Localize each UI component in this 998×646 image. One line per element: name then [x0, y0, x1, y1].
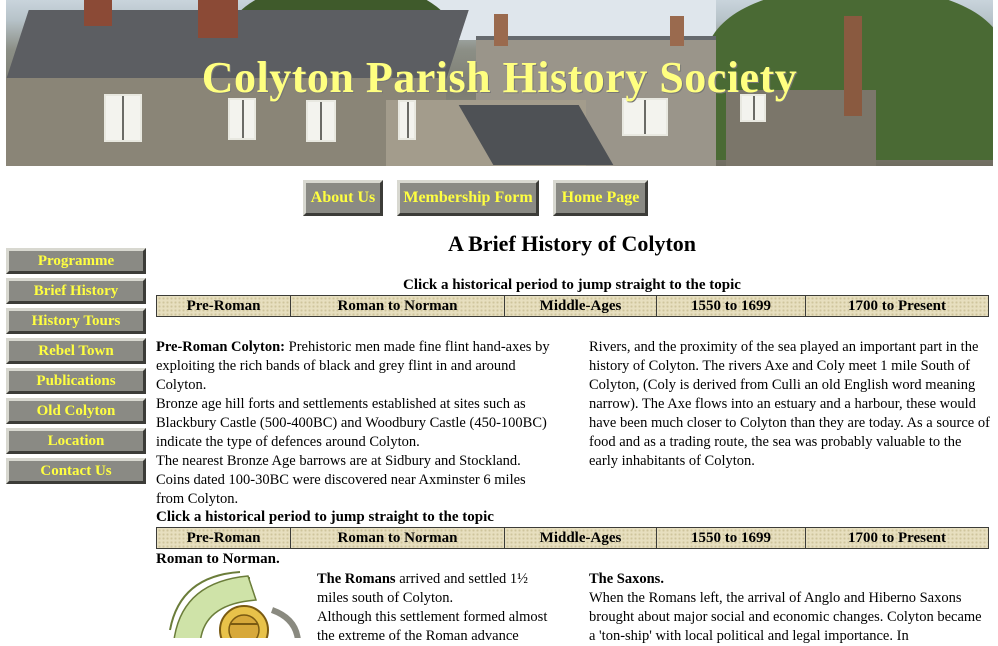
location-button[interactable]: Location	[6, 428, 146, 454]
banner-chimney	[198, 0, 238, 38]
period-link-1550-1699[interactable]: 1550 to 1699	[656, 295, 806, 317]
history-tours-button[interactable]: History Tours	[6, 308, 146, 334]
banner-window	[398, 100, 416, 140]
pre-roman-heading: Pre-Roman Colyton:	[156, 339, 286, 355]
period-link-1700-present[interactable]: 1700 to Present	[805, 527, 989, 549]
saxons-section: The Saxons. When the Romans left, the ar…	[589, 570, 989, 646]
period-link-pre-roman[interactable]: Pre-Roman	[156, 295, 291, 317]
saxons-heading: The Saxons.	[589, 570, 989, 589]
publications-button[interactable]: Publications	[6, 368, 146, 394]
jump-label: Click a historical period to jump straig…	[156, 509, 494, 525]
top-nav: About Us Membership Form Home Page	[0, 180, 998, 216]
about-us-button[interactable]: About Us	[303, 180, 383, 216]
jump-label: Click a historical period to jump straig…	[403, 277, 741, 293]
site-banner: Colyton Parish History Society	[6, 0, 993, 166]
banner-chimney	[84, 0, 112, 26]
banner-chimney	[494, 14, 508, 46]
old-colyton-button[interactable]: Old Colyton	[6, 398, 146, 424]
period-link-1700-present[interactable]: 1700 to Present	[805, 295, 989, 317]
period-link-middle-ages[interactable]: Middle-Ages	[504, 527, 657, 549]
contact-us-button[interactable]: Contact Us	[6, 458, 146, 484]
pre-roman-para-3: The nearest Bronze Age barrows are at Si…	[156, 453, 526, 507]
period-link-roman-to-norman[interactable]: Roman to Norman	[290, 295, 505, 317]
programme-button[interactable]: Programme	[6, 248, 146, 274]
period-nav-table: Pre-Roman Roman to Norman Middle-Ages 15…	[156, 527, 989, 549]
roman-helmet-icon	[160, 570, 310, 638]
banner-window	[306, 100, 336, 142]
romans-heading: The Romans	[317, 571, 396, 587]
rebel-town-button[interactable]: Rebel Town	[6, 338, 146, 364]
period-link-1550-1699[interactable]: 1550 to 1699	[656, 527, 806, 549]
period-link-middle-ages[interactable]: Middle-Ages	[504, 295, 657, 317]
page-title: A Brief History of Colyton	[447, 231, 697, 256]
period-link-roman-to-norman[interactable]: Roman to Norman	[290, 527, 505, 549]
pre-roman-para-2: Bronze age hill forts and settlements es…	[156, 396, 547, 450]
site-title: Colyton Parish History Society	[201, 53, 798, 102]
brief-history-button[interactable]: Brief History	[6, 278, 146, 304]
side-nav: Programme Brief History History Tours Re…	[6, 248, 146, 488]
banner-window	[622, 98, 668, 136]
romans-para-2: Although this settlement formed almost t…	[317, 609, 548, 644]
roman-to-norman-heading: Roman to Norman.	[156, 551, 280, 567]
banner-window	[228, 98, 256, 140]
period-nav-table: Pre-Roman Roman to Norman Middle-Ages 15…	[156, 295, 989, 317]
saxons-text: When the Romans left, the arrival of Ang…	[589, 590, 982, 644]
pre-roman-rivers-text: Rivers, and the proximity of the sea pla…	[589, 339, 990, 469]
romans-para-1: The Romans arrived and settled 1½ miles …	[317, 570, 557, 608]
banner-chimney	[670, 16, 684, 46]
period-link-pre-roman[interactable]: Pre-Roman	[156, 527, 291, 549]
saxons-heading-text: The Saxons.	[589, 571, 664, 587]
romans-section: The Romans arrived and settled 1½ miles …	[317, 570, 557, 646]
pre-roman-para-1: Pre-Roman Colyton: Prehistoric men made …	[156, 338, 554, 395]
home-page-button[interactable]: Home Page	[553, 180, 648, 216]
membership-form-button[interactable]: Membership Form	[397, 180, 539, 216]
pre-roman-section: Pre-Roman Colyton: Prehistoric men made …	[156, 338, 554, 509]
